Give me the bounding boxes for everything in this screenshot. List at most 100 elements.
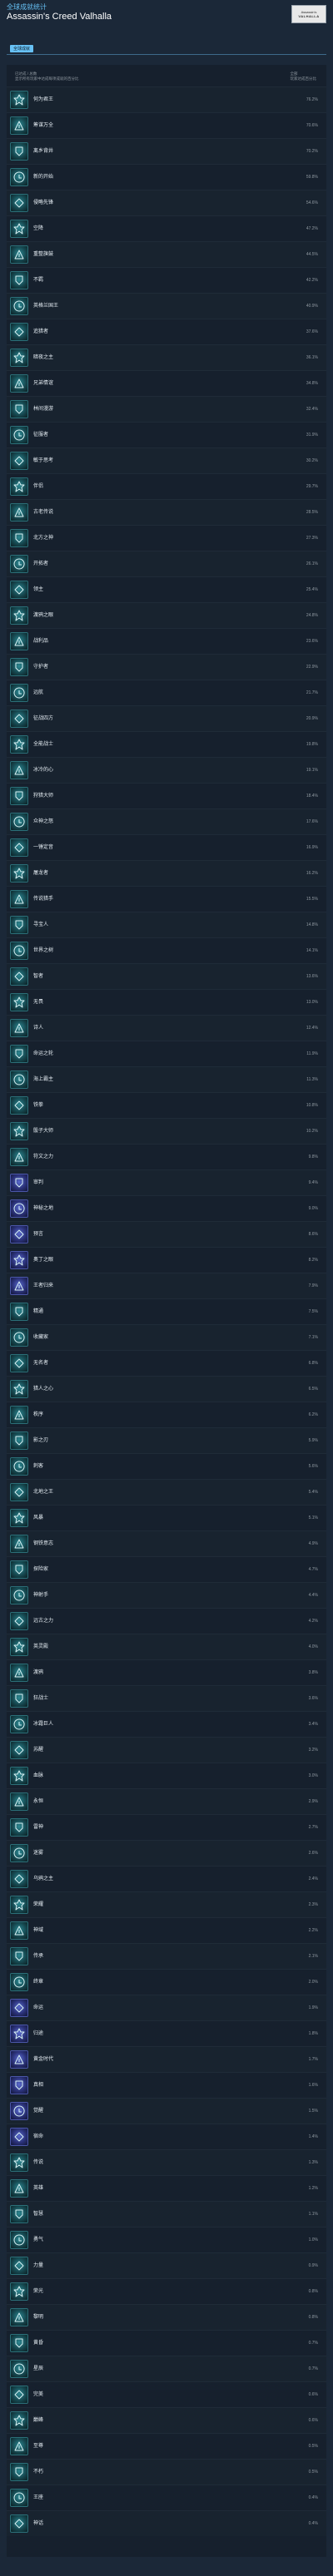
achievement-row[interactable]: 奥丁之眼 8.2% — [7, 1247, 326, 1273]
achievement-row[interactable]: 兄弟情谊 34.8% — [7, 370, 326, 396]
achievement-row[interactable]: 寻宝人 14.8% — [7, 912, 326, 937]
achievement-row[interactable]: 雷神 2.7% — [7, 1814, 326, 1840]
achievement-name: 渡鸦之眼 — [33, 613, 54, 618]
achievement-row[interactable]: 星辰 0.7% — [7, 2356, 326, 2381]
achievement-row[interactable]: 全能战士 19.8% — [7, 731, 326, 757]
game-logo[interactable]: Assassin's VALHALLA — [291, 5, 326, 23]
achievement-row[interactable]: 智慧 1.1% — [7, 2201, 326, 2227]
achievement-row[interactable]: 追猎者 37.6% — [7, 319, 326, 344]
achievement-row[interactable]: 英格兰国王 40.9% — [7, 293, 326, 319]
achievement-row[interactable]: 不朽 0.5% — [7, 2459, 326, 2485]
achievement-row[interactable]: 屠龙者 16.2% — [7, 860, 326, 886]
achievement-row[interactable]: 骰子大师 10.2% — [7, 1118, 326, 1144]
achievement-row[interactable]: 迷雾 2.6% — [7, 1840, 326, 1866]
achievement-row[interactable]: 暗夜之主 36.1% — [7, 344, 326, 370]
achievement-row[interactable]: 猎人之心 6.5% — [7, 1376, 326, 1402]
achievement-row[interactable]: 传说猎手 15.5% — [7, 886, 326, 912]
achievement-row[interactable]: 影之刃 5.9% — [7, 1427, 326, 1453]
achievement-row[interactable]: 符文之力 9.8% — [7, 1144, 326, 1169]
achievement-row[interactable]: 何为君王 76.2% — [7, 87, 326, 112]
achievement-row[interactable]: 终章 2.0% — [7, 1969, 326, 1995]
achievement-row[interactable]: 秩序 6.2% — [7, 1402, 326, 1427]
achievement-row[interactable]: 北方之神 27.3% — [7, 525, 326, 551]
tab-global-achievements[interactable]: 全球成就 — [10, 45, 34, 52]
achievement-row[interactable]: 收藏家 7.1% — [7, 1324, 326, 1350]
game-title[interactable]: Assassin's Creed Valhalla — [7, 12, 326, 22]
achievement-row[interactable]: 精通 7.5% — [7, 1298, 326, 1324]
achievement-row[interactable]: 勇气 1.0% — [7, 2227, 326, 2252]
achievement-row[interactable]: 守护者 22.9% — [7, 654, 326, 680]
achievement-row[interactable]: 海上霸主 11.3% — [7, 1066, 326, 1092]
achievement-row[interactable]: 血脉 3.0% — [7, 1763, 326, 1788]
achievement-row[interactable]: 王座 0.4% — [7, 2485, 326, 2510]
achievement-row[interactable]: 传说 1.3% — [7, 2149, 326, 2175]
achievement-row[interactable]: 林间漫游 32.4% — [7, 396, 326, 422]
achievement-row[interactable]: 敏于思考 30.2% — [7, 447, 326, 473]
achievement-row[interactable]: 征服者 31.9% — [7, 422, 326, 447]
achievement-row[interactable]: 侵略先锋 54.6% — [7, 190, 326, 215]
achievement-row[interactable]: 狂战士 3.6% — [7, 1685, 326, 1711]
achievement-row[interactable]: 智者 13.6% — [7, 963, 326, 989]
achievement-row[interactable]: 宿命 1.4% — [7, 2124, 326, 2149]
achievement-row[interactable]: 审判 9.4% — [7, 1169, 326, 1195]
achievement-row[interactable]: 铁拳 10.8% — [7, 1092, 326, 1118]
achievement-row[interactable]: 神话 0.4% — [7, 2510, 326, 2536]
achievement-row[interactable]: 归途 1.8% — [7, 2020, 326, 2046]
achievement-row[interactable]: 渡鸦之眼 24.8% — [7, 602, 326, 628]
achievement-row[interactable]: 无畏 13.0% — [7, 989, 326, 1015]
achievement-row[interactable]: 神域 2.2% — [7, 1917, 326, 1943]
achievement-row[interactable]: 世界之树 14.1% — [7, 937, 326, 963]
achievement-row[interactable]: 古老传说 28.5% — [7, 499, 326, 525]
achievement-row[interactable]: 黎明 0.8% — [7, 2304, 326, 2330]
achievement-row[interactable]: 冰霜巨人 3.4% — [7, 1711, 326, 1737]
achievement-row[interactable]: 新的开始 59.8% — [7, 164, 326, 190]
achievement-row[interactable]: 英灵殿 4.0% — [7, 1634, 326, 1659]
achievement-row[interactable]: 重整旗鼓 44.5% — [7, 241, 326, 267]
achievement-row[interactable]: 荣耀 2.3% — [7, 1891, 326, 1917]
achievement-row[interactable]: 离乡背井 70.2% — [7, 138, 326, 164]
achievement-row[interactable]: 英雄 1.2% — [7, 2175, 326, 2201]
achievement-row[interactable]: 冰冷的心 19.1% — [7, 757, 326, 783]
achievement-row[interactable]: 探险家 4.7% — [7, 1556, 326, 1582]
achievement-row[interactable]: 战利品 23.6% — [7, 628, 326, 654]
achievement-row[interactable]: 刺客 5.6% — [7, 1453, 326, 1479]
achievement-row[interactable]: 伴侣 29.7% — [7, 473, 326, 499]
achievement-row[interactable]: 渡鸦 3.8% — [7, 1659, 326, 1685]
achievement-row[interactable]: 至尊 0.5% — [7, 2433, 326, 2459]
achievement-row[interactable]: 一锤定音 16.9% — [7, 834, 326, 860]
achievement-row[interactable]: 领主 25.4% — [7, 576, 326, 602]
achievement-row[interactable]: 力量 0.9% — [7, 2252, 326, 2278]
achievement-row[interactable]: 永恒 2.9% — [7, 1788, 326, 1814]
achievement-row[interactable]: 黄金时代 1.7% — [7, 2046, 326, 2072]
achievement-row[interactable]: 无名者 6.8% — [7, 1350, 326, 1376]
achievement-row[interactable]: 远航 21.7% — [7, 680, 326, 705]
achievement-row[interactable]: 征战四方 20.9% — [7, 705, 326, 731]
achievement-row[interactable]: 乌鸦之主 2.4% — [7, 1866, 326, 1891]
achievement-row[interactable]: 诗人 12.4% — [7, 1015, 326, 1041]
achievement-emblem-icon — [10, 864, 28, 883]
achievement-row[interactable]: 完美 0.6% — [7, 2381, 326, 2407]
achievement-row[interactable]: 预言 8.6% — [7, 1221, 326, 1247]
achievement-row[interactable]: 风暴 5.1% — [7, 1505, 326, 1530]
achievement-row[interactable]: 北地之王 5.4% — [7, 1479, 326, 1505]
achievement-row[interactable]: 狩猎大师 18.4% — [7, 783, 326, 808]
achievement-row[interactable]: 苏醒 3.2% — [7, 1737, 326, 1763]
achievement-row[interactable]: 命运之轮 11.9% — [7, 1041, 326, 1066]
achievement-row[interactable]: 众神之怒 17.6% — [7, 808, 326, 834]
achievement-row[interactable]: 真相 1.6% — [7, 2072, 326, 2098]
achievement-row[interactable]: 命运 1.9% — [7, 1995, 326, 2020]
achievement-row[interactable]: 黄昏 0.7% — [7, 2330, 326, 2356]
achievement-row[interactable]: 远古之力 4.2% — [7, 1608, 326, 1634]
achievement-row[interactable]: 传承 2.1% — [7, 1943, 326, 1969]
achievement-row[interactable]: 觉醒 1.5% — [7, 2098, 326, 2124]
achievement-row[interactable]: 巅峰 0.6% — [7, 2407, 326, 2433]
achievement-row[interactable]: 筹谋万全 70.6% — [7, 112, 326, 138]
achievement-row[interactable]: 钢铁意志 4.9% — [7, 1530, 326, 1556]
achievement-row[interactable]: 神秘之地 9.0% — [7, 1195, 326, 1221]
achievement-row[interactable]: 神射手 4.4% — [7, 1582, 326, 1608]
achievement-row[interactable]: 不羁 42.2% — [7, 267, 326, 293]
achievement-row[interactable]: 空降 47.2% — [7, 215, 326, 241]
achievement-row[interactable]: 荣光 0.8% — [7, 2278, 326, 2304]
achievement-row[interactable]: 王者归来 7.9% — [7, 1273, 326, 1298]
achievement-row[interactable]: 开拓者 26.1% — [7, 551, 326, 576]
